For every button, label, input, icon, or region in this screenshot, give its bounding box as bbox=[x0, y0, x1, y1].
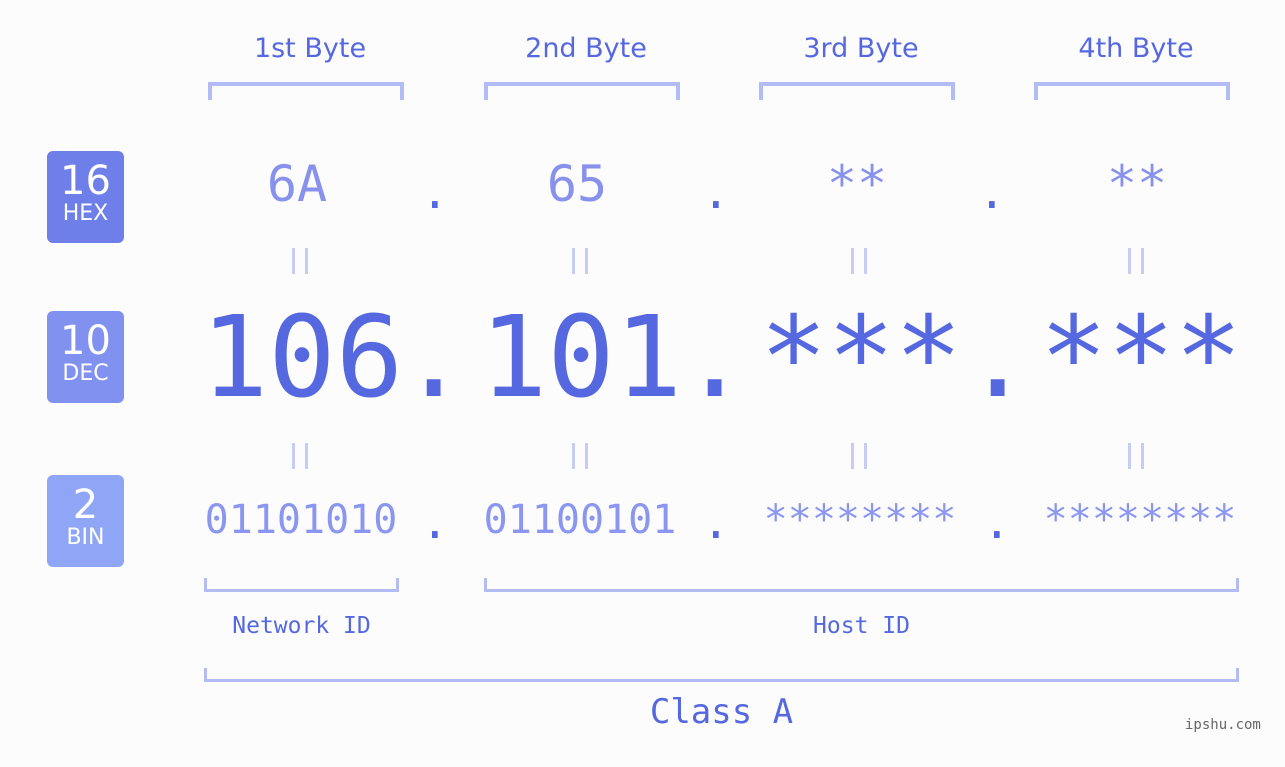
hex-dot-2: . bbox=[702, 165, 730, 219]
dec-dot-3: . bbox=[964, 293, 1032, 423]
bin-badge: 2 BIN bbox=[47, 475, 124, 567]
bin-byte-4: ******** bbox=[1043, 497, 1237, 543]
dec-byte-2: 101 bbox=[479, 293, 683, 423]
hex-badge-name: HEX bbox=[62, 201, 109, 226]
hex-byte-3: ** bbox=[826, 155, 888, 213]
equals-icon bbox=[1128, 248, 1144, 274]
dec-badge: 10 DEC bbox=[47, 311, 124, 403]
watermark: ipshu.com bbox=[1185, 717, 1261, 733]
equals-icon bbox=[1128, 443, 1144, 469]
byte-bracket-4 bbox=[1034, 82, 1230, 100]
class-bracket bbox=[204, 668, 1239, 682]
class-label: Class A bbox=[649, 692, 794, 732]
byte-bracket-2 bbox=[484, 82, 680, 100]
network-id-bracket bbox=[204, 578, 399, 592]
bin-byte-1: 01101010 bbox=[204, 497, 398, 543]
host-id-label: Host ID bbox=[813, 613, 910, 639]
dec-badge-name: DEC bbox=[62, 361, 109, 386]
bin-badge-name: BIN bbox=[66, 525, 105, 550]
hex-byte-1: 6A bbox=[266, 155, 328, 213]
byte-header-1: 1st Byte bbox=[253, 33, 367, 64]
equals-icon bbox=[292, 248, 308, 274]
equals-icon bbox=[572, 443, 588, 469]
host-id-bracket bbox=[484, 578, 1239, 592]
hex-dot-1: . bbox=[421, 165, 449, 219]
dec-byte-4: *** bbox=[1039, 293, 1243, 423]
hex-byte-4: ** bbox=[1106, 155, 1168, 213]
network-id-label: Network ID bbox=[232, 613, 371, 639]
hex-byte-2: 65 bbox=[546, 155, 608, 213]
equals-icon bbox=[572, 248, 588, 274]
byte-header-3: 3rd Byte bbox=[803, 33, 919, 64]
byte-bracket-1 bbox=[208, 82, 404, 100]
dec-dot-2: . bbox=[681, 293, 749, 423]
equals-icon bbox=[292, 443, 308, 469]
hex-badge-base: 16 bbox=[60, 158, 111, 204]
dec-byte-3: *** bbox=[759, 293, 963, 423]
bin-badge-base: 2 bbox=[72, 482, 99, 528]
bin-dot-2: . bbox=[702, 495, 730, 549]
byte-header-4: 4th Byte bbox=[1078, 33, 1194, 64]
bin-dot-1: . bbox=[421, 495, 449, 549]
hex-dot-3: . bbox=[978, 165, 1006, 219]
equals-icon bbox=[851, 443, 867, 469]
bin-byte-2: 01100101 bbox=[483, 497, 677, 543]
dec-badge-base: 10 bbox=[60, 318, 111, 364]
bin-dot-3: . bbox=[983, 495, 1011, 549]
equals-icon bbox=[851, 248, 867, 274]
byte-bracket-3 bbox=[759, 82, 955, 100]
byte-header-2: 2nd Byte bbox=[525, 33, 647, 64]
hex-badge: 16 HEX bbox=[47, 151, 124, 243]
dec-byte-1: 106 bbox=[200, 293, 404, 423]
bin-byte-3: ******** bbox=[763, 497, 957, 543]
dec-dot-1: . bbox=[400, 293, 468, 423]
